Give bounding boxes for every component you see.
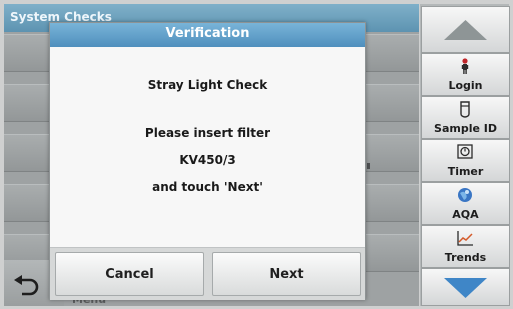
login-button[interactable]: Login — [421, 53, 510, 96]
verification-dialog: Verification Stray Light Check Please in… — [49, 22, 366, 300]
dialog-body: Stray Light Check Please insert filter K… — [50, 47, 365, 247]
timer-button[interactable]: Timer — [421, 139, 510, 182]
timer-icon — [457, 144, 473, 159]
dialog-titlebar: Verification — [50, 23, 365, 48]
timer-label: Timer — [447, 165, 484, 178]
scroll-up-button[interactable] — [421, 6, 510, 53]
back-arrow-icon — [14, 275, 39, 296]
sample-id-button[interactable]: Sample ID — [421, 96, 510, 139]
trends-button[interactable]: Trends — [421, 225, 510, 268]
person-icon — [461, 58, 469, 74]
cancel-button[interactable]: Cancel — [55, 252, 204, 296]
sample-vial-icon — [460, 101, 470, 118]
background-mark — [367, 163, 370, 169]
next-button[interactable]: Next — [212, 252, 361, 296]
scroll-down-button[interactable] — [421, 268, 510, 306]
trends-chart-icon — [457, 231, 473, 246]
filter-name: KV450/3 — [179, 153, 236, 167]
trends-label: Trends — [444, 251, 487, 264]
dialog-heading: Stray Light Check — [147, 78, 268, 92]
side-toolbar: Login Sample ID Timer AQA Trends — [420, 4, 510, 306]
dialog-title: Verification — [165, 26, 250, 41]
aqa-globe-icon — [458, 188, 472, 202]
triangle-up-icon — [444, 20, 487, 40]
instruction-line-3: and touch 'Next' — [152, 180, 263, 194]
sample-id-label: Sample ID — [434, 122, 497, 135]
aqa-label: AQA — [452, 208, 479, 221]
login-label: Login — [448, 79, 483, 92]
aqa-button[interactable]: AQA — [421, 182, 510, 225]
dialog-footer: Cancel Next — [50, 247, 365, 300]
triangle-down-icon — [444, 278, 487, 298]
instruction-line-1: Please insert filter — [144, 126, 271, 140]
